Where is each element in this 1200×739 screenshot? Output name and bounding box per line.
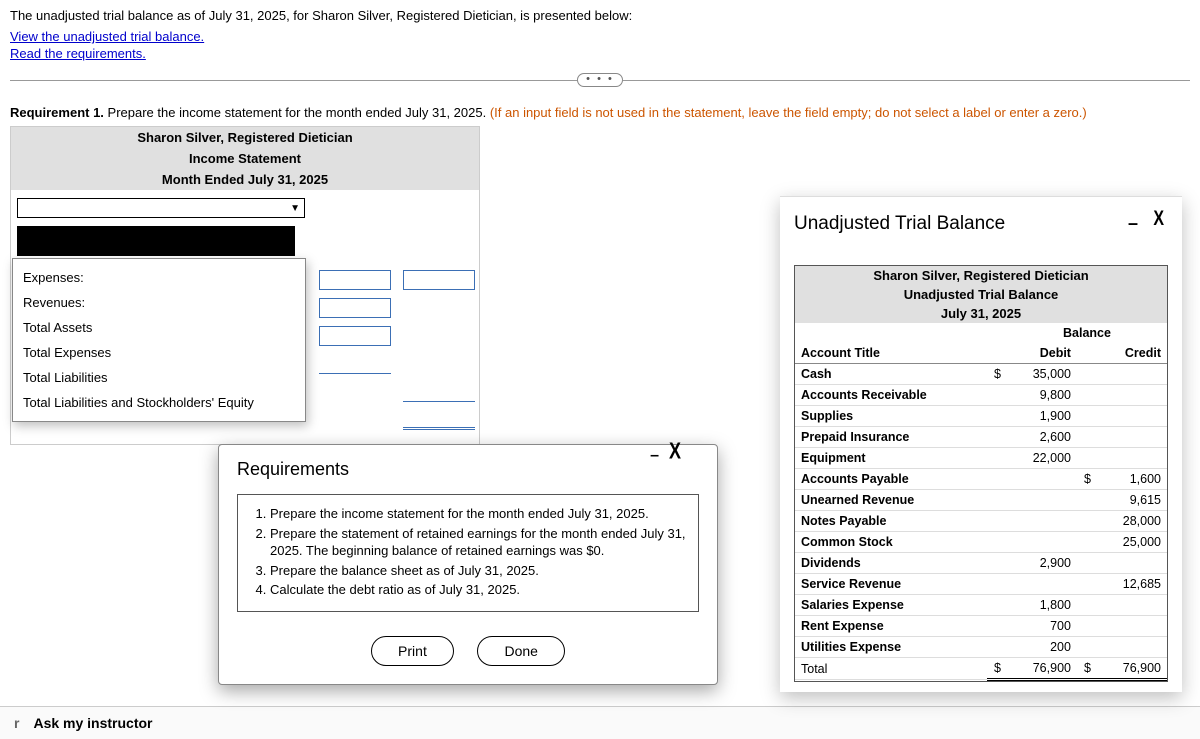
table-row: Notes Payable28,000 [795,511,1167,532]
total-debit: 76,900 [1007,658,1077,680]
col-credit: Credit [1097,343,1167,364]
dropdown-option[interactable]: Total Liabilities and Stockholders' Equi… [13,390,305,415]
intro-text: The unadjusted trial balance as of July … [10,8,1190,23]
total-label: Total [795,658,987,680]
dropdown-option[interactable]: Total Expenses [13,340,305,365]
amount-input[interactable] [403,410,475,430]
dropdown-highlight [17,226,295,256]
amount-input[interactable] [403,382,475,402]
expand-button[interactable]: • • • [577,73,623,87]
dropdown-option[interactable]: Total Assets [13,315,305,340]
requirement-item: Prepare the income statement for the mon… [270,505,686,523]
table-row: Service Revenue12,685 [795,574,1167,595]
table-row: Accounts Receivable9,800 [795,385,1167,406]
dropdown-option[interactable]: Expenses: [13,265,305,290]
table-row: Supplies1,900 [795,406,1167,427]
footer-r: r [14,715,19,731]
trial-balance-title: Unadjusted Trial Balance [794,213,1168,235]
col-account: Account Title [795,343,987,364]
done-button[interactable]: Done [477,636,564,666]
amount-input[interactable] [319,298,391,318]
tb-date: July 31, 2025 [795,304,1167,323]
table-row: Utilities Expense200 [795,637,1167,658]
stmt-title: Income Statement [11,148,479,169]
stmt-company: Sharon Silver, Registered Dietician [11,127,479,148]
ask-instructor-link[interactable]: Ask my instructor [33,715,152,731]
table-row: Dividends2,900 [795,553,1167,574]
footer-bar: r Ask my instructor [0,706,1200,739]
table-row: Cash$35,000 [795,364,1167,385]
divider [10,80,577,81]
table-row: Salaries Expense1,800 [795,595,1167,616]
print-button[interactable]: Print [371,636,454,666]
divider [623,80,1190,81]
amount-input[interactable] [319,354,391,374]
amount-input[interactable] [319,270,391,290]
table-row: Accounts Payable$1,600 [795,469,1167,490]
close-icon[interactable]: X [1153,208,1164,231]
requirements-title: Requirements [237,459,699,480]
balance-header: Balance [1007,323,1167,343]
section-label-dropdown[interactable]: ▼ [17,198,305,218]
stmt-period: Month Ended July 31, 2025 [11,169,479,190]
col-debit: Debit [1007,343,1077,364]
table-row: Rent Expense700 [795,616,1167,637]
dropdown-option[interactable]: Total Liabilities [13,365,305,390]
table-row: Common Stock25,000 [795,532,1167,553]
table-row: Equipment22,000 [795,448,1167,469]
table-row: Prepaid Insurance2,600 [795,427,1167,448]
close-icon[interactable]: X [669,438,681,465]
dropdown-listbox: Expenses: Revenues: Total Assets Total E… [12,258,306,422]
minimize-icon[interactable]: – [650,447,659,465]
minimize-icon[interactable]: – [1128,213,1138,234]
table-row: Unearned Revenue9,615 [795,490,1167,511]
requirement-item: Calculate the debt ratio as of July 31, … [270,581,686,599]
amount-input[interactable] [403,270,475,290]
requirements-modal: – X Requirements Prepare the income stat… [218,444,718,685]
requirement-1-text: Requirement 1. Prepare the income statem… [10,105,1190,120]
dropdown-option[interactable]: Revenues: [13,290,305,315]
link-view-trial-balance[interactable]: View the unadjusted trial balance. [10,29,204,44]
requirement-item: Prepare the statement of retained earnin… [270,525,686,560]
total-credit: 76,900 [1097,658,1167,680]
requirement-item: Prepare the balance sheet as of July 31,… [270,562,686,580]
link-read-requirements[interactable]: Read the requirements. [10,46,146,61]
tb-company: Sharon Silver, Registered Dietician [795,266,1167,285]
trial-balance-modal: – X Unadjusted Trial Balance Sharon Silv… [780,196,1182,692]
chevron-down-icon: ▼ [290,203,300,214]
tb-subtitle: Unadjusted Trial Balance [795,285,1167,304]
amount-input[interactable] [319,326,391,346]
